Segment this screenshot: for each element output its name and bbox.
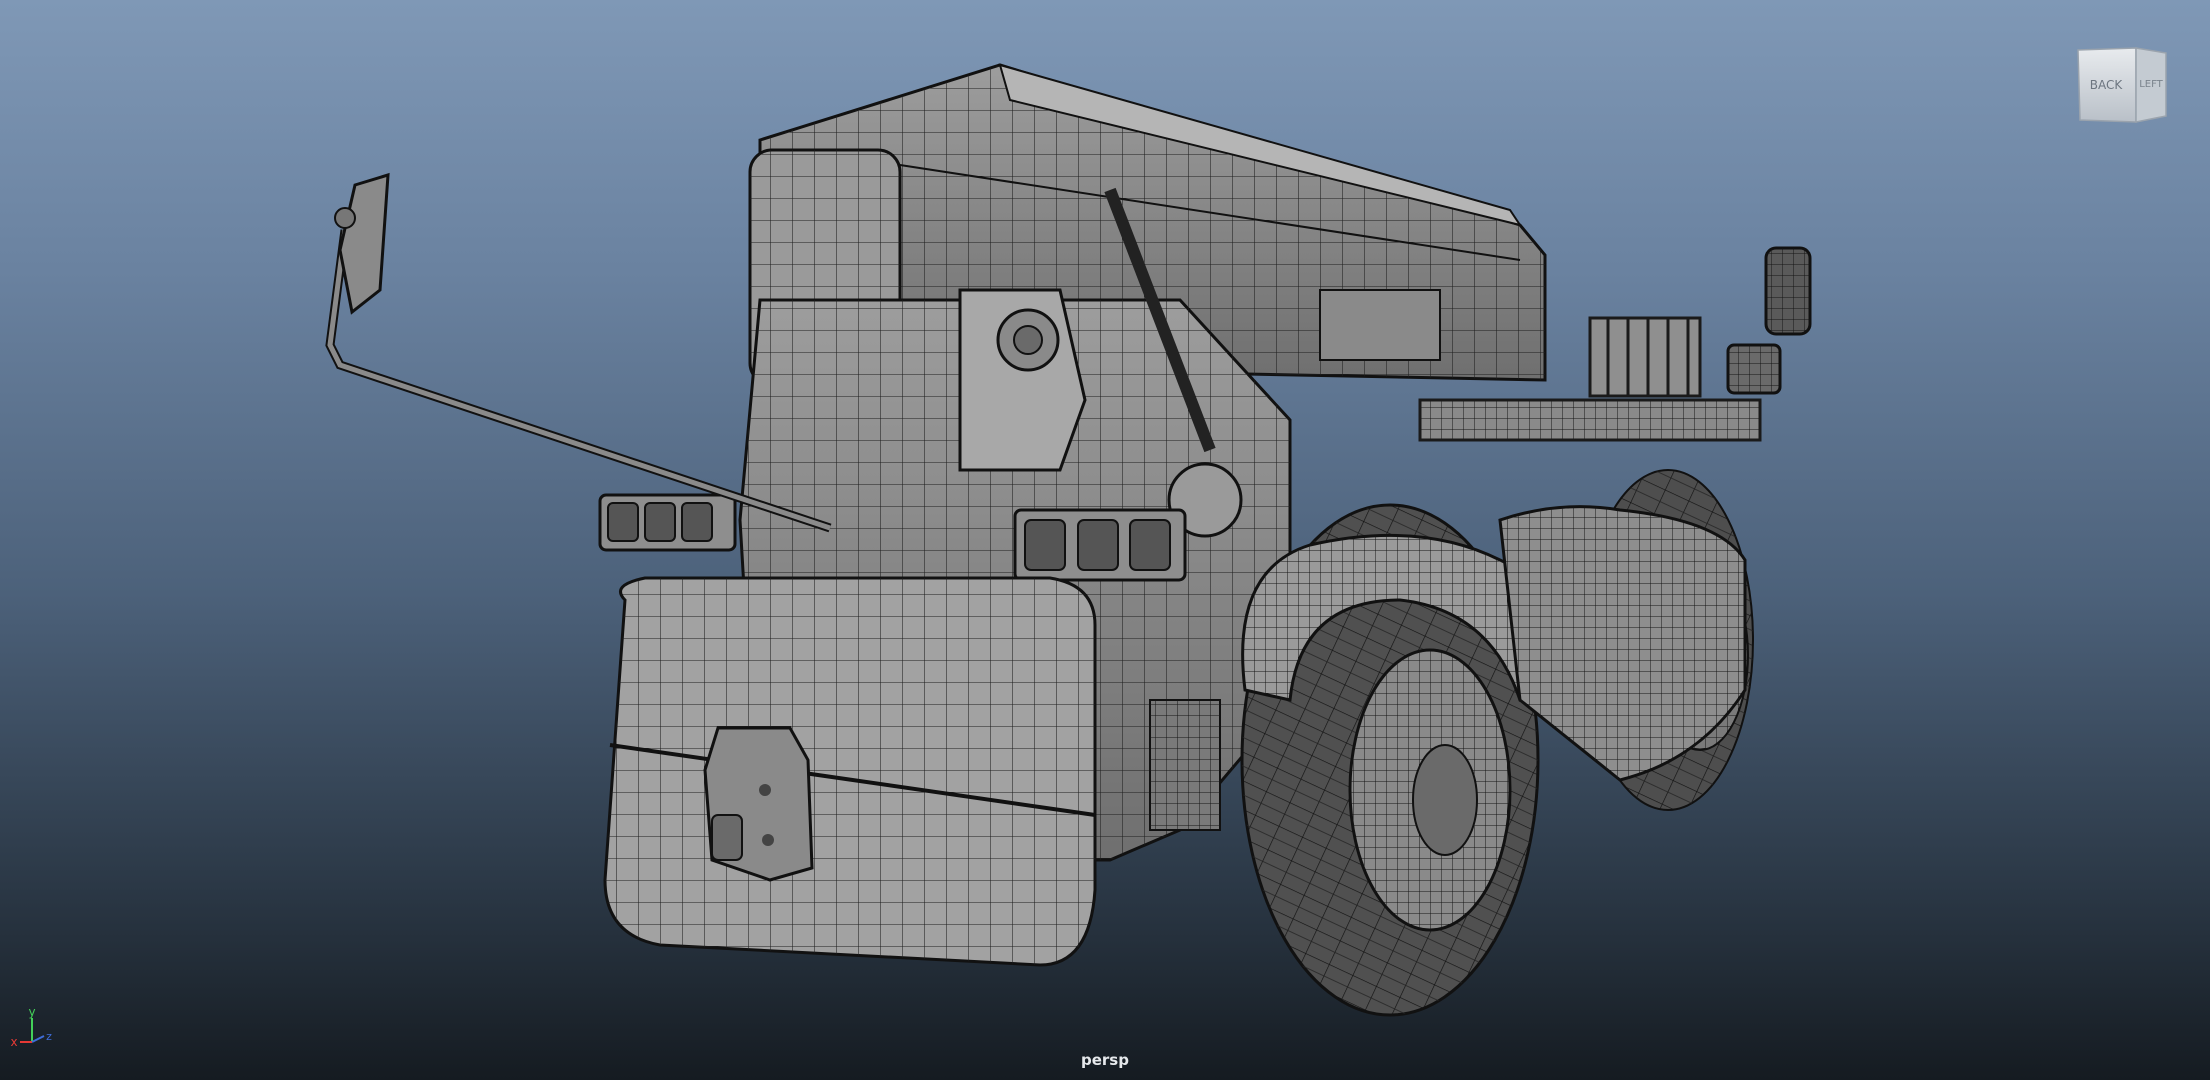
axis-z-label: z xyxy=(46,1030,52,1043)
axis-x-label: x xyxy=(10,1035,17,1049)
axis-gizmo: y x z xyxy=(10,1005,52,1049)
viewcube[interactable]: BACK LEFT xyxy=(2077,47,2167,123)
rear-light-left xyxy=(598,493,737,552)
camera-label: persp xyxy=(1081,1051,1129,1069)
axis-y-label: y xyxy=(28,1005,35,1019)
counterweight xyxy=(603,576,1097,967)
viewcube-side-label: LEFT xyxy=(2139,79,2163,90)
rear-light-right xyxy=(1013,508,1187,582)
3d-viewport[interactable]: BACK LEFT y x z persp xyxy=(0,0,2210,1080)
telehandler-model[interactable]: BACK LEFT y x z xyxy=(0,0,2210,1080)
viewcube-front-label: BACK xyxy=(2090,78,2124,92)
right-mirror xyxy=(1726,246,1812,395)
